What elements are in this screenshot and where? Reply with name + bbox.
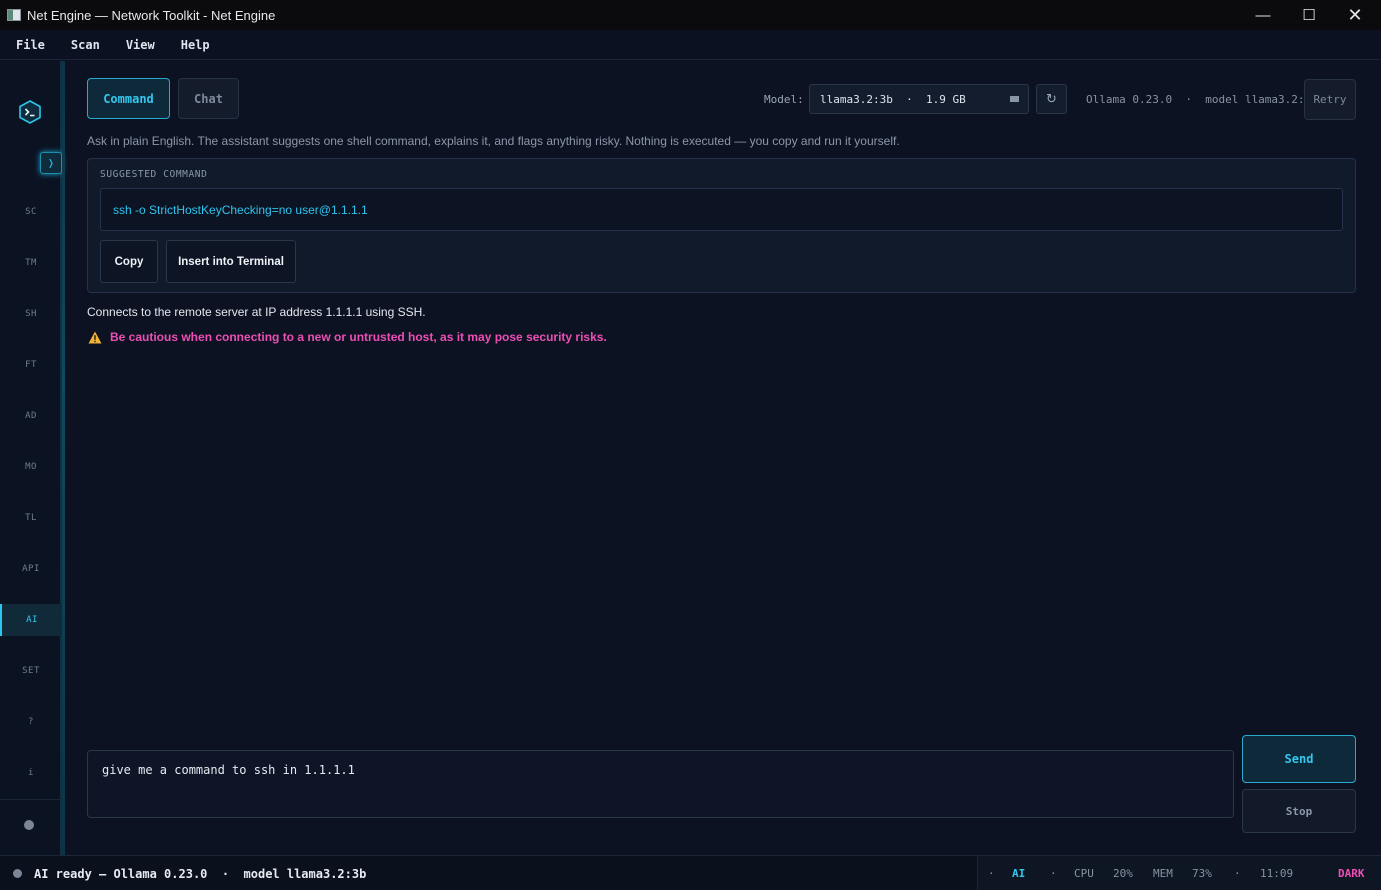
sidebar-item-ft[interactable]: FT	[0, 349, 62, 381]
retry-button[interactable]: Retry	[1304, 79, 1356, 120]
status-separator: ·	[988, 867, 995, 880]
terminal-logo-icon	[19, 100, 41, 124]
warning-text: Be cautious when connecting to a new or …	[110, 330, 607, 344]
status-indicator-dot	[13, 869, 22, 878]
sidebar-item-api[interactable]: API	[0, 553, 62, 585]
send-button[interactable]: Send	[1242, 735, 1356, 783]
title-bar: Net Engine — Network Toolkit - Net Engin…	[0, 0, 1381, 30]
close-button[interactable]: ✕	[1332, 0, 1378, 30]
suggested-command-title: SUGGESTED COMMAND	[100, 169, 208, 180]
sidebar-accent-bar	[62, 61, 65, 855]
refresh-models-button[interactable]: ↻	[1036, 84, 1067, 114]
insert-into-terminal-button[interactable]: Insert into Terminal	[166, 240, 296, 283]
sidebar-item-help[interactable]: ?	[0, 706, 62, 738]
risk-warning: Be cautious when connecting to a new or …	[88, 330, 607, 344]
prompt-input[interactable]: give me a command to ssh in 1.1.1.1	[87, 750, 1234, 818]
maximize-button[interactable]: ☐	[1286, 0, 1332, 30]
status-ai-badge: AI	[1012, 867, 1026, 880]
status-text: AI ready — Ollama 0.23.0 · model llama3.…	[34, 867, 367, 881]
command-explanation: Connects to the remote server at IP addr…	[87, 305, 426, 319]
model-select[interactable]: llama3.2:3b · 1.9 GB	[809, 84, 1029, 114]
suggested-command-panel: SUGGESTED COMMAND ssh -o StrictHostKeyCh…	[87, 158, 1356, 293]
tab-chat[interactable]: Chat	[178, 78, 239, 119]
tab-command[interactable]: Command	[87, 78, 170, 119]
model-select-value: llama3.2:3b · 1.9 GB	[820, 92, 966, 106]
sidebar-item-tl[interactable]: TL	[0, 502, 62, 534]
sidebar-item-mo[interactable]: MO	[0, 451, 62, 483]
sidebar-item-set[interactable]: SET	[0, 655, 62, 687]
sidebar-divider	[0, 799, 62, 800]
status-metrics: · AI · CPU 20% MEM 73% · 11:09 DARK	[977, 856, 1381, 890]
ollama-info: Ollama 0.23.0 · model llama3.2:3b	[1086, 93, 1318, 106]
menu-scan[interactable]: Scan	[71, 38, 100, 52]
menu-file[interactable]: File	[16, 38, 45, 52]
window-title: Net Engine — Network Toolkit - Net Engin…	[27, 7, 276, 23]
sidebar-status-dot	[24, 820, 34, 830]
page-description: Ask in plain English. The assistant sugg…	[87, 134, 900, 148]
menu-bar: File Scan View Help	[0, 30, 1381, 60]
sidebar-toggle-button[interactable]: ❭	[40, 152, 62, 174]
status-separator: ·	[1050, 867, 1057, 880]
copy-button[interactable]: Copy	[100, 240, 158, 283]
status-separator: ·	[1234, 867, 1241, 880]
sidebar-item-sh[interactable]: SH	[0, 298, 62, 330]
sidebar-item-ad[interactable]: AD	[0, 400, 62, 432]
dropdown-arrow-icon	[1010, 96, 1019, 102]
app-icon	[7, 9, 21, 21]
cpu-value: 20%	[1113, 867, 1133, 880]
sidebar-item-sc[interactable]: SC	[0, 196, 62, 228]
sidebar-item-ai[interactable]: AI	[0, 604, 62, 636]
theme-toggle[interactable]: DARK	[1338, 867, 1365, 880]
mem-label: MEM	[1153, 867, 1173, 880]
cpu-label: CPU	[1074, 867, 1094, 880]
stop-button[interactable]: Stop	[1242, 789, 1356, 833]
sidebar-item-tm[interactable]: TM	[0, 247, 62, 279]
warning-icon	[88, 331, 102, 343]
mem-value: 73%	[1192, 867, 1212, 880]
sidebar: ❭ SC TM SH FT AD MO TL API AI SET ? i	[0, 61, 62, 855]
clock: 11:09	[1260, 867, 1294, 880]
model-label: Model:	[764, 93, 804, 106]
menu-view[interactable]: View	[126, 38, 155, 52]
sidebar-item-info[interactable]: i	[0, 757, 62, 789]
menu-help[interactable]: Help	[181, 38, 210, 52]
status-bar: AI ready — Ollama 0.23.0 · model llama3.…	[0, 855, 1381, 890]
suggested-command-text[interactable]: ssh -o StrictHostKeyChecking=no user@1.1…	[100, 188, 1343, 231]
minimize-button[interactable]: —	[1240, 0, 1286, 30]
